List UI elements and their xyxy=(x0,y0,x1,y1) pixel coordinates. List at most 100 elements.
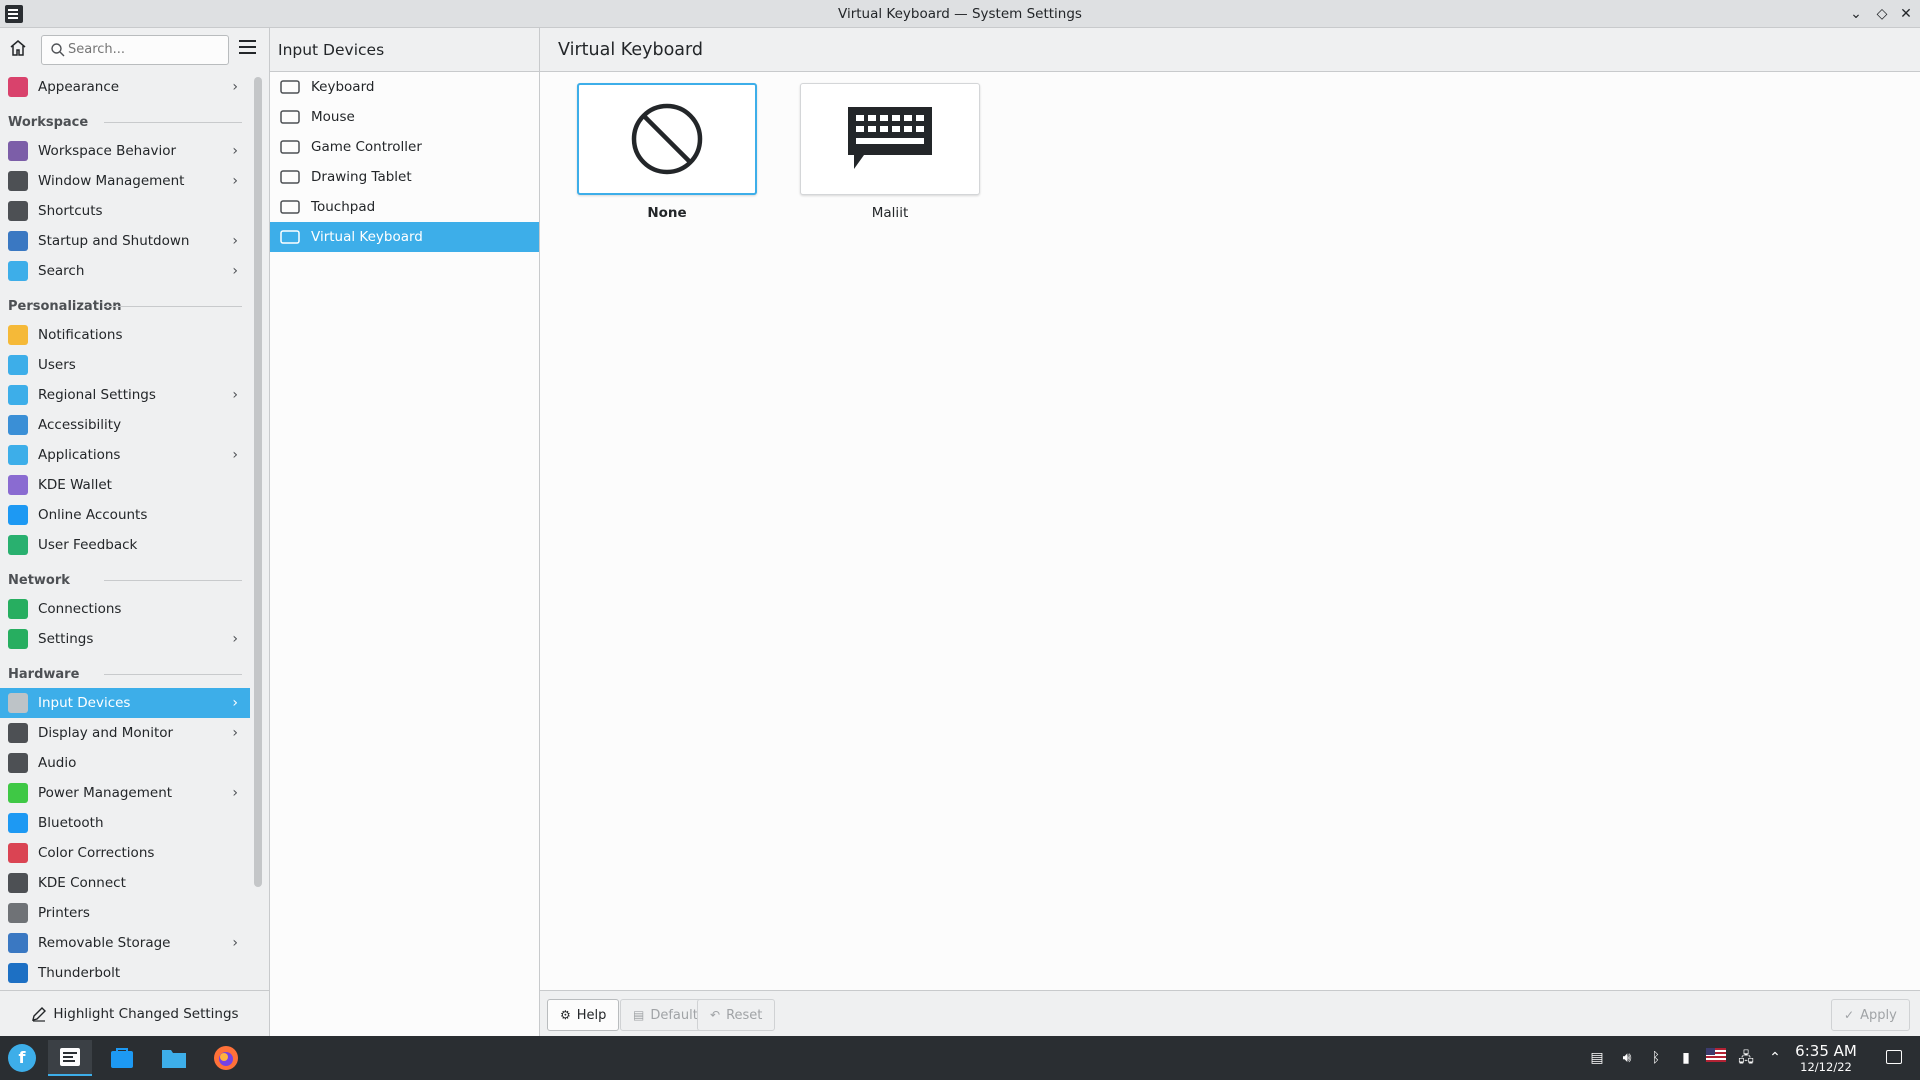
sidebar-item-label: Applications xyxy=(38,447,121,463)
task-discover[interactable] xyxy=(100,1040,144,1076)
sidebar-item-online-accounts[interactable]: Online Accounts xyxy=(0,500,250,530)
window-title: Virtual Keyboard — System Settings xyxy=(838,6,1082,22)
sidebar-item-search[interactable]: Search › xyxy=(0,256,250,286)
subcategory-item-keyboard[interactable]: Keyboard xyxy=(270,72,539,102)
page-title: Virtual Keyboard xyxy=(540,28,1920,72)
task-firefox[interactable] xyxy=(204,1040,248,1076)
task-system-settings[interactable] xyxy=(48,1040,92,1076)
subcategory-item-label: Virtual Keyboard xyxy=(311,229,423,245)
sidebar-item-workspace-behavior[interactable]: Workspace Behavior › xyxy=(0,136,250,166)
maximize-button[interactable]: ◇ xyxy=(1872,4,1892,24)
sidebar-item-label: Appearance xyxy=(38,79,120,95)
kde-wallet-icon xyxy=(8,475,28,495)
none-icon xyxy=(631,103,703,175)
clipboard-icon[interactable]: ▤ xyxy=(1587,1048,1607,1068)
keyboard-option-none[interactable] xyxy=(577,83,757,195)
minimize-button[interactable]: ⌄ xyxy=(1846,4,1866,24)
sidebar-item-input-devices[interactable]: Input Devices › xyxy=(0,688,250,718)
sidebar-item-users[interactable]: Users xyxy=(0,350,250,380)
checkmark-icon: ✓ xyxy=(1844,1008,1855,1022)
search-input[interactable] xyxy=(68,42,223,57)
mouse-icon xyxy=(280,110,300,124)
sidebar-item-accessibility[interactable]: Accessibility xyxy=(0,410,250,440)
title-bar: Virtual Keyboard — System Settings ⌄ ◇ ✕ xyxy=(0,0,1920,28)
task-dolphin[interactable] xyxy=(152,1040,196,1076)
sidebar-item-power-management[interactable]: Power Management › xyxy=(0,778,250,808)
search-field[interactable] xyxy=(41,35,229,65)
sidebar-item-label: KDE Connect xyxy=(38,875,126,891)
sidebar-item-thunderbolt[interactable]: Thunderbolt xyxy=(0,958,250,988)
subcategory-item-virtual-keyboard[interactable]: Virtual Keyboard xyxy=(270,222,539,252)
sidebar-item-removable-storage[interactable]: Removable Storage › xyxy=(0,928,250,958)
show-hidden-icons-arrow-icon[interactable]: ⌃ xyxy=(1765,1048,1785,1068)
sidebar-item-label: Input Devices xyxy=(38,695,131,711)
regional-settings-icon xyxy=(8,385,28,405)
appearance-icon xyxy=(8,77,28,97)
chevron-right-icon: › xyxy=(232,935,238,951)
drawing-tablet-icon xyxy=(280,170,300,184)
subcategory-item-drawing-tablet[interactable]: Drawing Tablet xyxy=(270,162,539,192)
subcategory-list: Keyboard Mouse Game Controller Drawing Tabl… xyxy=(270,72,539,252)
home-icon xyxy=(10,40,26,56)
folder-icon xyxy=(162,1050,186,1068)
sidebar-item-label: Bluetooth xyxy=(38,815,104,831)
subcategory-item-label: Touchpad xyxy=(311,199,376,215)
sidebar-item-regional-settings[interactable]: Regional Settings › xyxy=(0,380,250,410)
sidebar-item-user-feedback[interactable]: User Feedback xyxy=(0,530,250,560)
sidebar-item-shortcuts[interactable]: Shortcuts xyxy=(0,196,250,226)
subcategory-item-touchpad[interactable]: Touchpad xyxy=(270,192,539,222)
sidebar-item-notifications[interactable]: Notifications xyxy=(0,320,250,350)
close-button[interactable]: ✕ xyxy=(1896,4,1916,24)
sidebar-scrollbar[interactable] xyxy=(254,77,262,887)
sidebar-item-applications[interactable]: Applications › xyxy=(0,440,250,470)
apply-button[interactable]: ✓ Apply xyxy=(1831,999,1910,1031)
sidebar-item-appearance[interactable]: Appearance › xyxy=(0,72,250,102)
sidebar-item-label: Color Corrections xyxy=(38,845,155,861)
system-settings-icon xyxy=(60,1048,80,1066)
sidebar-item-color-corrections[interactable]: Color Corrections xyxy=(0,838,250,868)
power-management-icon xyxy=(8,783,28,803)
show-desktop-icon[interactable] xyxy=(1886,1050,1902,1064)
sidebar-item-kde-wallet[interactable]: KDE Wallet xyxy=(0,470,250,500)
chevron-right-icon: › xyxy=(232,725,238,741)
maliit-keyboard-icon xyxy=(848,107,932,169)
home-button[interactable] xyxy=(8,38,32,62)
keyboard-layout-flag-icon[interactable] xyxy=(1706,1048,1726,1068)
keyboard-option-maliit[interactable] xyxy=(800,83,980,195)
bluetooth-icon xyxy=(8,813,28,833)
workspace-behavior-icon xyxy=(8,141,28,161)
sidebar-item-startup-and-shutdown[interactable]: Startup and Shutdown › xyxy=(0,226,250,256)
application-launcher-icon[interactable]: f xyxy=(8,1044,36,1072)
sidebar-item-display-and-monitor[interactable]: Display and Monitor › xyxy=(0,718,250,748)
reset-button[interactable]: ↶ Reset xyxy=(697,999,776,1031)
sidebar-item-bluetooth[interactable]: Bluetooth xyxy=(0,808,250,838)
help-button[interactable]: ⚙ Help xyxy=(547,999,620,1031)
battery-icon[interactable]: ▮ xyxy=(1676,1048,1696,1068)
sidebar-item-printers[interactable]: Printers xyxy=(0,898,250,928)
hamburger-menu-button[interactable] xyxy=(239,40,259,60)
subcategory-item-label: Game Controller xyxy=(311,139,422,155)
window-management-icon xyxy=(8,171,28,191)
sidebar-item-label: Search xyxy=(38,263,85,279)
bluetooth-tray-icon[interactable]: ᛒ xyxy=(1646,1048,1666,1068)
subcategory-item-mouse[interactable]: Mouse xyxy=(270,102,539,132)
keyboard-option-maliit-label: Maliit xyxy=(871,205,909,221)
input-devices-icon xyxy=(8,693,28,713)
sidebar-item-label: Display and Monitor xyxy=(38,725,174,741)
digital-clock[interactable]: 6:35 AM 12/12/22 xyxy=(1786,1042,1866,1074)
sidebar-toolbar xyxy=(0,28,270,72)
highlight-changed-settings-button[interactable]: Highlight Changed Settings xyxy=(0,990,270,1036)
network-icon[interactable]: 🖧︎ xyxy=(1736,1048,1756,1068)
sidebar-item-connections[interactable]: Connections xyxy=(0,594,250,624)
sidebar-item-kde-connect[interactable]: KDE Connect xyxy=(0,868,250,898)
sidebar-item-audio[interactable]: Audio xyxy=(0,748,250,778)
touchpad-icon xyxy=(280,200,300,214)
sidebar-item-label: Online Accounts xyxy=(38,507,148,523)
subcategory-item-game-controller[interactable]: Game Controller xyxy=(270,132,539,162)
volume-icon[interactable]: 🔊︎ xyxy=(1617,1048,1637,1068)
shortcuts-icon xyxy=(8,201,28,221)
defaults-icon: ▤ xyxy=(633,1008,645,1022)
sidebar-item-window-management[interactable]: Window Management › xyxy=(0,166,250,196)
sidebar-item-settings[interactable]: Settings › xyxy=(0,624,250,654)
sidebar-section-header: Network xyxy=(0,560,250,594)
